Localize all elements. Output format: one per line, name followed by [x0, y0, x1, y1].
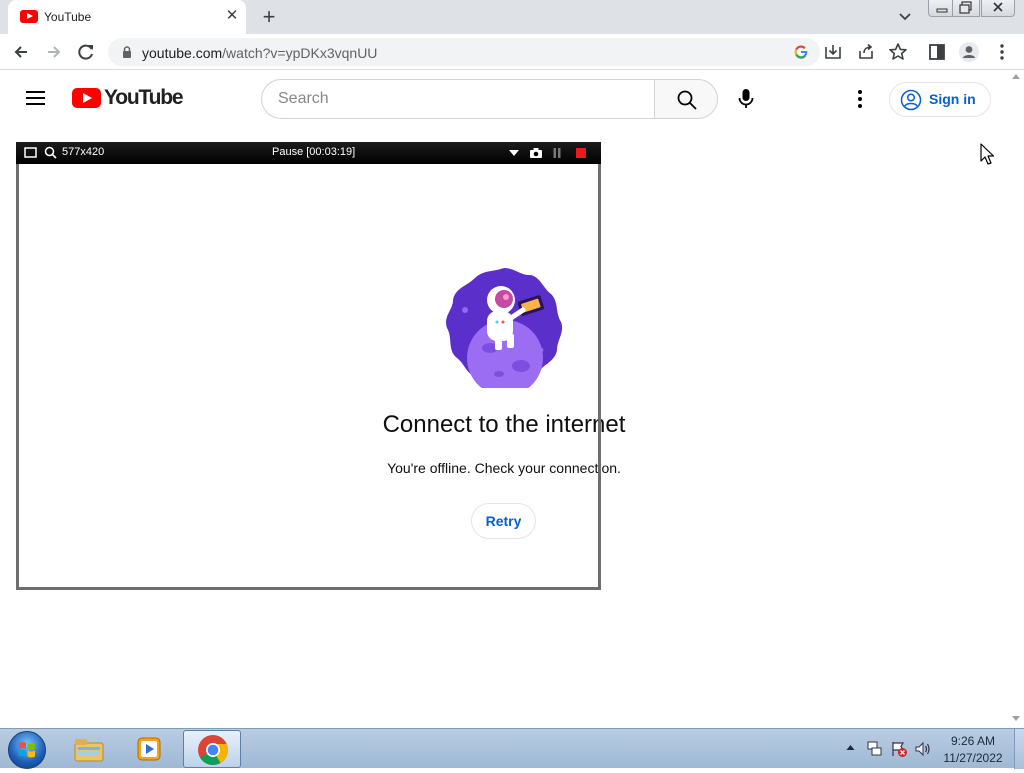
taskbar-file-explorer[interactable]: [60, 730, 118, 768]
search-button[interactable]: [654, 79, 718, 119]
tab-close-icon[interactable]: ✕: [224, 8, 240, 24]
zoom-icon[interactable]: [44, 146, 57, 159]
media-player-icon: [137, 737, 161, 761]
youtube-logo-icon[interactable]: [72, 88, 101, 108]
volume-icon[interactable]: [914, 740, 932, 758]
more-vert-icon[interactable]: [848, 85, 872, 113]
sign-in-label: Sign in: [929, 91, 976, 107]
stop-icon[interactable]: [576, 148, 586, 158]
page-scrollbar[interactable]: [1008, 70, 1024, 728]
share-icon[interactable]: [856, 43, 876, 61]
dropdown-icon[interactable]: [508, 149, 520, 157]
scroll-up-icon[interactable]: [1012, 74, 1020, 79]
file-explorer-icon: [74, 739, 104, 762]
profile-icon[interactable]: [958, 41, 980, 63]
close-icon: [993, 2, 1003, 12]
pause-icon[interactable]: [552, 147, 562, 159]
chrome-icon: [198, 735, 229, 766]
window-icon[interactable]: [24, 147, 37, 158]
recorder-toolbar: 577x420 Pause [00:03:19]: [16, 142, 601, 164]
back-icon[interactable]: [10, 41, 32, 63]
window-close-button[interactable]: [981, 0, 1015, 17]
browser-toolbar: youtube.com/watch?v=ypDKx3vqnUU: [0, 34, 1024, 70]
tab-youtube[interactable]: YouTube ✕: [8, 0, 246, 34]
sign-in-button[interactable]: Sign in: [889, 82, 991, 117]
youtube-logo-text[interactable]: YouTube: [104, 86, 184, 110]
windows-logo-icon: [19, 742, 35, 758]
microphone-icon: [738, 89, 754, 108]
url-path: /watch?v=ypDKx3vqnUU: [222, 45, 378, 61]
network-icon[interactable]: [866, 740, 884, 758]
tray-expand-icon[interactable]: [846, 744, 855, 751]
account-icon: [900, 89, 922, 111]
show-desktop-button[interactable]: [1014, 729, 1024, 769]
reload-icon[interactable]: [75, 41, 97, 63]
lock-icon[interactable]: [120, 45, 134, 59]
window-restore-button[interactable]: [952, 0, 980, 17]
search-input[interactable]: [278, 80, 638, 118]
tab-title: YouTube: [44, 10, 92, 24]
side-panel-icon[interactable]: [928, 43, 946, 61]
mouse-cursor-icon: [980, 143, 995, 165]
url-host: youtube.com: [142, 45, 223, 61]
new-tab-icon[interactable]: +: [258, 6, 280, 28]
search-box[interactable]: [261, 79, 656, 119]
recording-status: Pause [00:03:19]: [272, 146, 356, 158]
youtube-masthead: YouTube Sign in: [0, 71, 1008, 127]
restore-icon: [959, 1, 972, 14]
search-icon: [677, 90, 697, 110]
install-icon[interactable]: [823, 43, 843, 61]
voice-search-button[interactable]: [728, 81, 764, 117]
camera-icon[interactable]: [529, 147, 543, 159]
tab-strip: YouTube ✕ +: [0, 0, 1024, 34]
recording-region-frame[interactable]: [16, 164, 601, 590]
address-bar[interactable]: youtube.com/watch?v=ypDKx3vqnUU: [108, 38, 820, 66]
start-orb-icon[interactable]: [8, 731, 46, 769]
tray-clock-time[interactable]: 9:26 AM: [940, 734, 1006, 748]
tab-search-icon[interactable]: [895, 8, 915, 26]
forward-icon[interactable]: [43, 41, 65, 63]
youtube-favicon: [20, 10, 38, 23]
recording-size: 577x420: [62, 146, 105, 158]
bookmark-star-icon[interactable]: [888, 42, 908, 62]
taskbar-media-player[interactable]: [120, 730, 178, 768]
scroll-down-icon[interactable]: [1012, 716, 1020, 721]
tray-clock-date[interactable]: 11/27/2022: [940, 751, 1006, 765]
chrome-menu-icon[interactable]: [996, 42, 1008, 62]
screen-recorder-overlay: 577x420 Pause [00:03:19]: [16, 142, 601, 590]
taskbar-chrome[interactable]: [183, 730, 241, 768]
windows-taskbar: 9:26 AM 11/27/2022: [0, 728, 1024, 769]
url-text: youtube.com/watch?v=ypDKx3vqnUU: [142, 45, 377, 61]
action-center-icon[interactable]: [890, 740, 908, 758]
hamburger-menu-icon[interactable]: [26, 90, 46, 106]
google-icon[interactable]: [794, 45, 808, 59]
